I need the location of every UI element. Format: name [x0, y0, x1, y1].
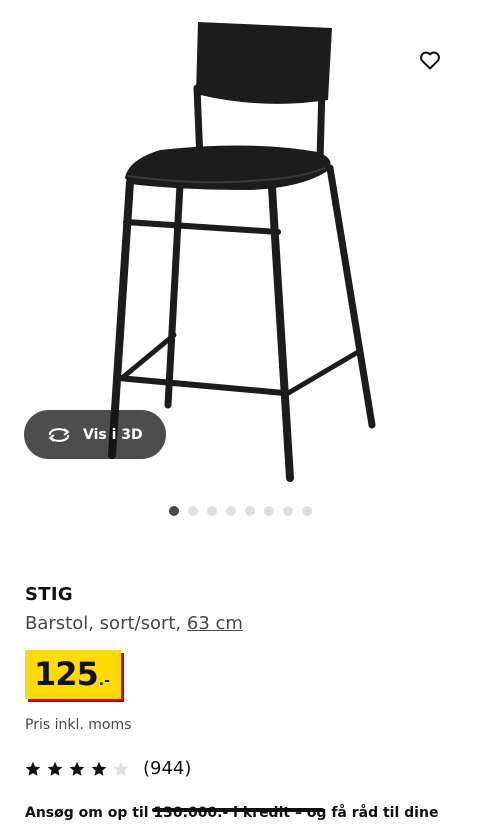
star-filled-icon [69, 761, 85, 777]
product-gallery[interactable]: Vis i 3D [0, 0, 480, 530]
gallery-pagination [0, 506, 480, 516]
star-filled-icon [91, 761, 107, 777]
gallery-dot-5[interactable] [244, 506, 255, 516]
gallery-dot-6[interactable] [263, 506, 274, 516]
rating-summary[interactable]: (944) [25, 758, 191, 779]
product-name: STIG [25, 584, 73, 605]
rotate-3d-icon [46, 426, 72, 444]
rating-stars [25, 761, 129, 777]
price-suffix: .- [98, 673, 110, 689]
star-filled-icon [47, 761, 63, 777]
gallery-dot-3[interactable] [206, 506, 217, 516]
price-tag: 125 .- [25, 650, 121, 699]
favorite-button[interactable] [412, 42, 448, 78]
product-description-text: Barstol, sort/sort, [25, 613, 187, 634]
star-empty-icon [113, 761, 129, 777]
gallery-dot-4[interactable] [225, 506, 236, 516]
heart-icon [420, 51, 440, 70]
gallery-dot-7[interactable] [282, 506, 293, 516]
gallery-dot-1[interactable] [168, 506, 179, 516]
star-filled-icon [25, 761, 41, 777]
vat-note: Pris inkl. moms [25, 717, 132, 733]
price-integer: 125 [34, 655, 99, 693]
product-description: Barstol, sort/sort, 63 cm [25, 613, 243, 634]
gallery-dot-8[interactable] [301, 506, 312, 516]
view-in-3d-button[interactable]: Vis i 3D [24, 410, 166, 459]
view-in-3d-label: Vis i 3D [83, 426, 143, 443]
size-link[interactable]: 63 cm [187, 613, 243, 634]
gallery-dot-2[interactable] [187, 506, 198, 516]
scroll-indicator [152, 808, 324, 812]
rating-count: (944) [143, 758, 192, 779]
